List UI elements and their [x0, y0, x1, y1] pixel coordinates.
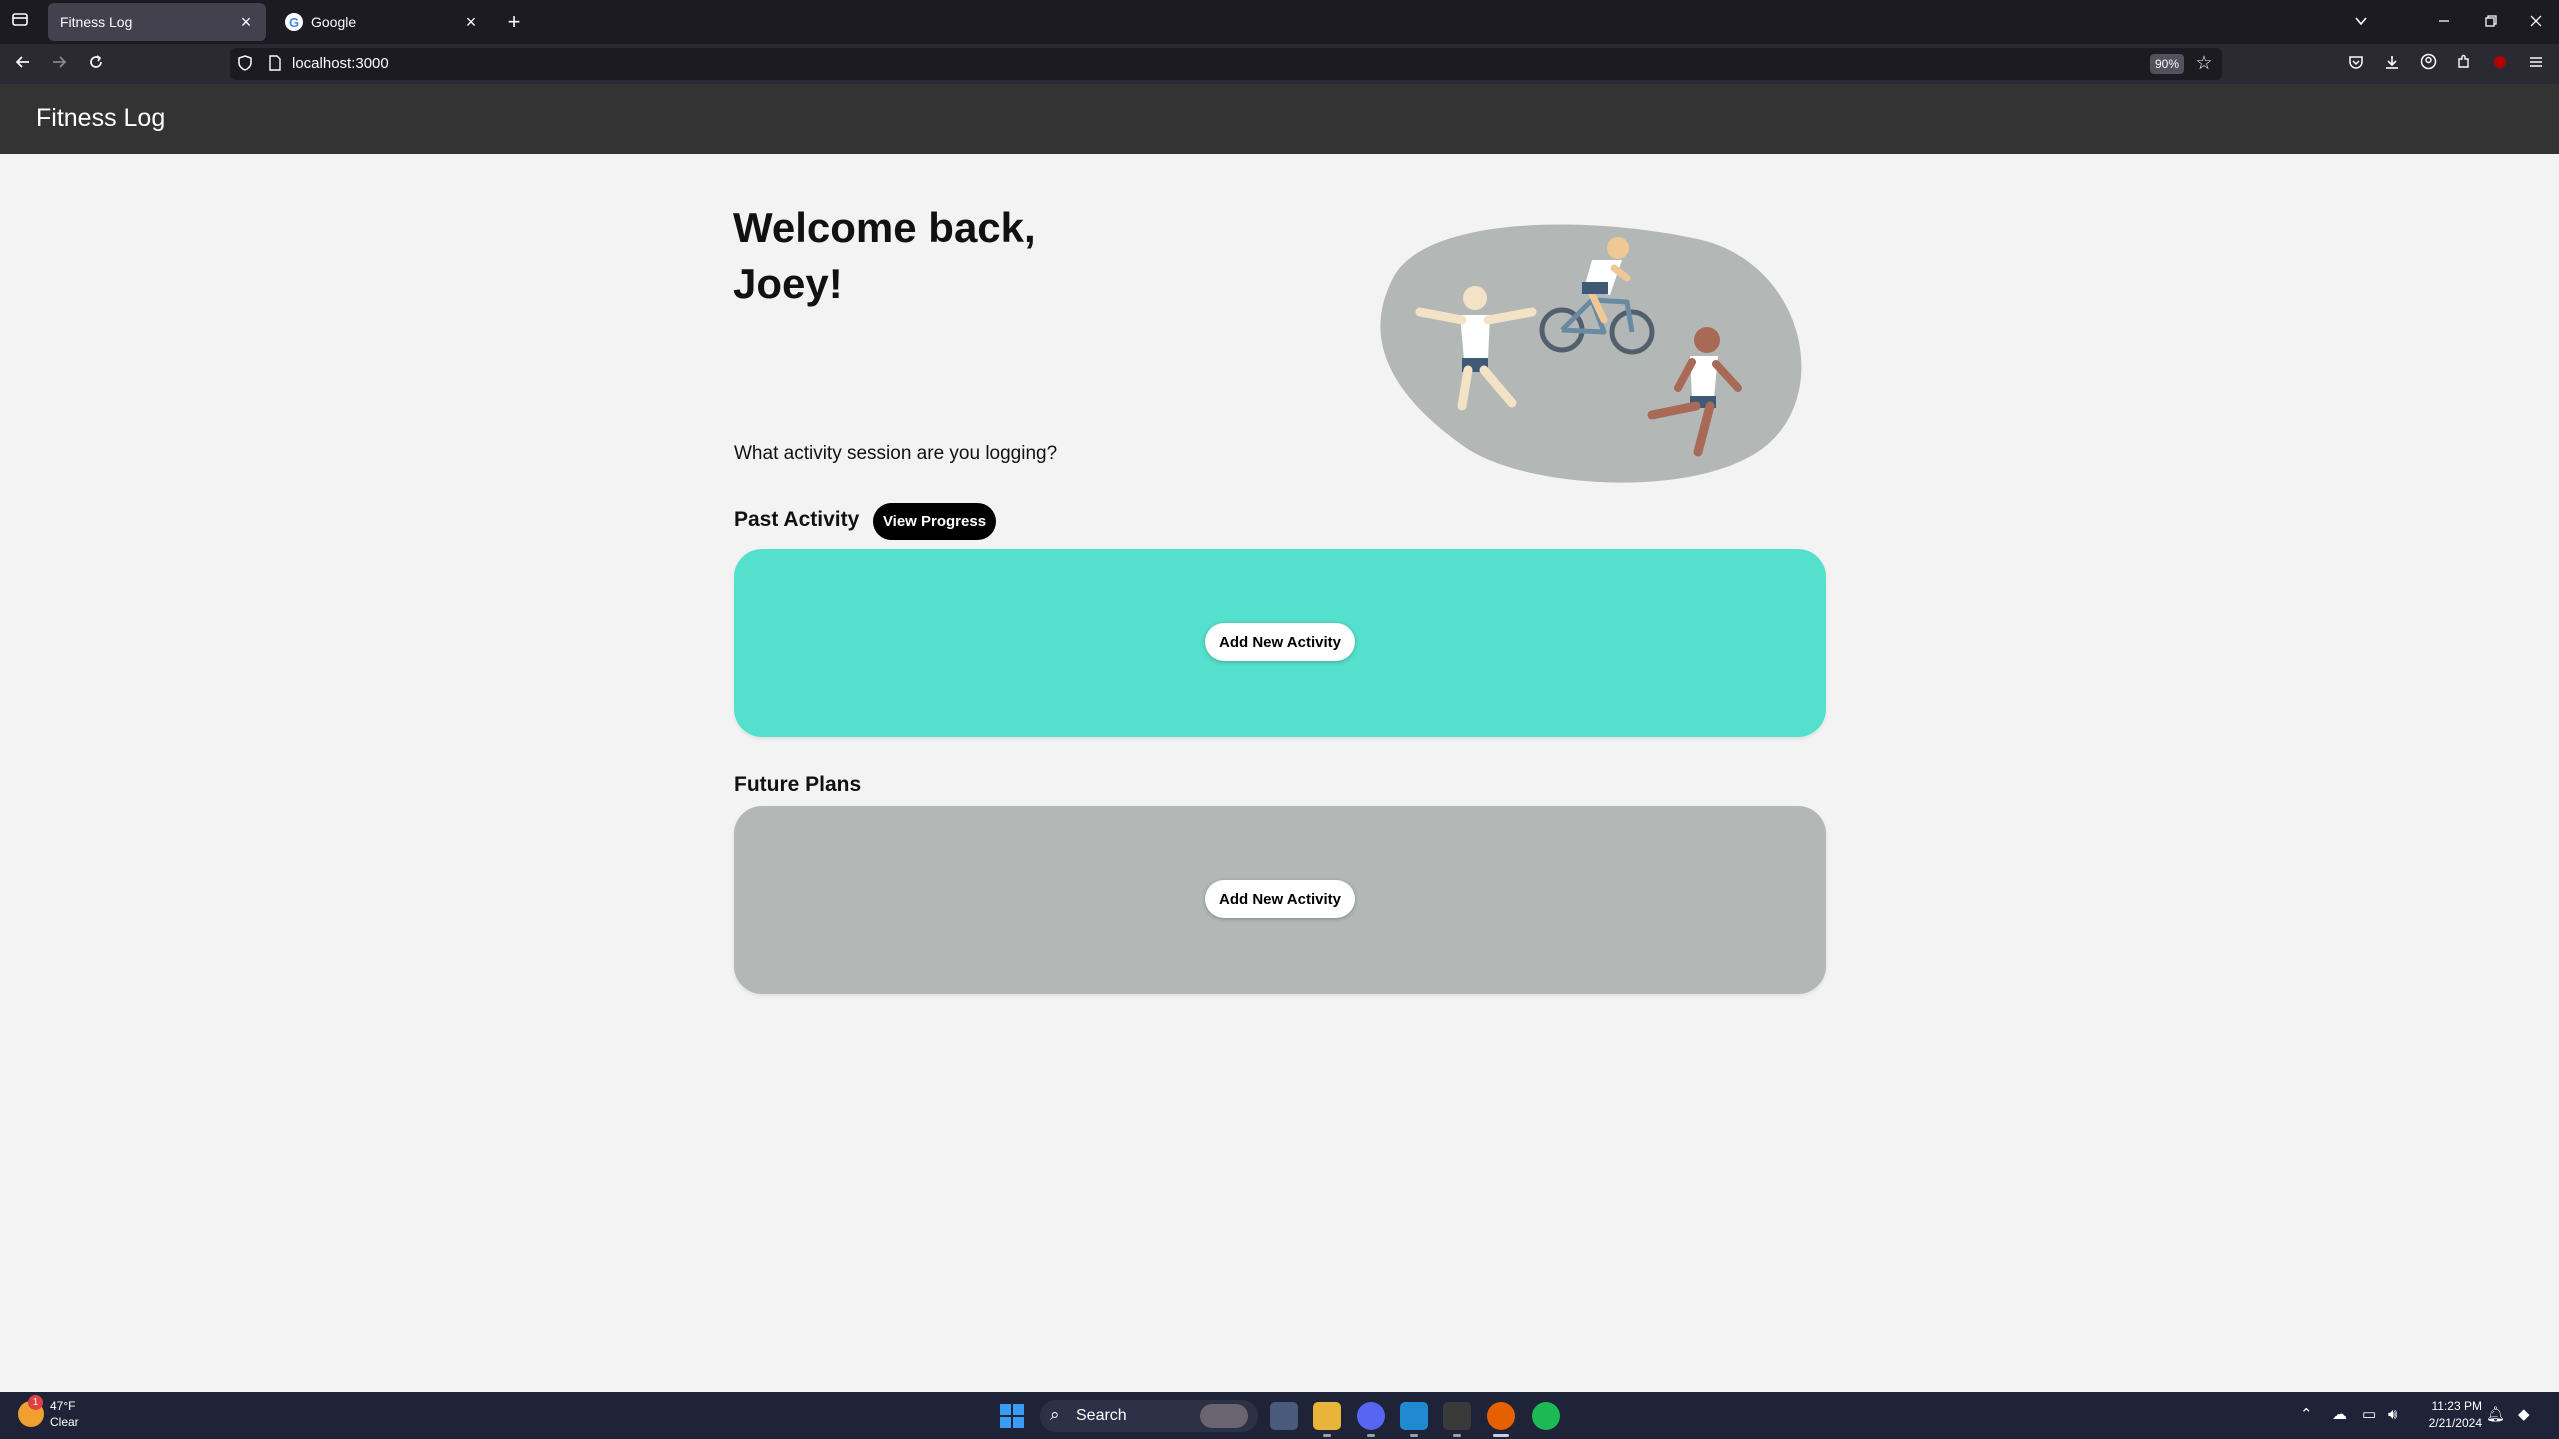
bell-icon[interactable]: 🔔︎ — [2486, 1406, 2505, 1424]
add-future-activity-button[interactable]: Add New Activity — [1205, 880, 1355, 918]
search-icon: ⌕ — [1050, 1405, 1060, 1424]
welcome-heading: Welcome back, Joey! — [733, 204, 1036, 307]
firefox-icon[interactable] — [1487, 1402, 1515, 1430]
tab-label: Google — [311, 14, 357, 30]
volume-icon[interactable]: 🔊︎ — [2388, 1406, 2397, 1424]
running-indicator — [1367, 1434, 1375, 1437]
network-icon[interactable]: ▭ — [2362, 1406, 2376, 1424]
back-icon[interactable] — [9, 52, 37, 76]
start-icon[interactable] — [1000, 1404, 1024, 1428]
chevron-down-icon[interactable] — [2347, 10, 2375, 34]
minimize-icon[interactable] — [2430, 10, 2458, 34]
past-activity-title: Past Activity — [734, 508, 860, 531]
tab-google[interactable]: G Google × — [273, 3, 491, 41]
browser-tab-strip: Fitness Log × G Google × + — [0, 0, 2559, 44]
search-label: Search — [1076, 1407, 1127, 1424]
account-icon[interactable] — [2414, 52, 2442, 76]
search-highlight-image — [1200, 1404, 1248, 1428]
restore-icon[interactable] — [2477, 10, 2505, 34]
close-icon[interactable]: × — [461, 12, 481, 32]
weather-desc: Clear — [50, 1415, 79, 1429]
discord-icon[interactable] — [1357, 1402, 1385, 1430]
shield-icon[interactable] — [236, 55, 254, 73]
ublock-icon[interactable] — [2486, 52, 2514, 76]
app-title[interactable]: Fitness Log — [36, 104, 165, 133]
past-activity-card: Add New Activity — [734, 549, 1826, 737]
close-window-icon[interactable] — [2522, 10, 2550, 34]
vscode-icon[interactable] — [1400, 1402, 1428, 1430]
weather-temp: 47°F — [50, 1399, 76, 1413]
future-plans-title: Future Plans — [734, 773, 862, 796]
google-icon: G — [285, 13, 303, 31]
zoom-indicator[interactable]: 90% — [2150, 54, 2184, 74]
windows-taskbar: 1 47°F Clear ⌕ Search ⌃ ☁ ▭ 🔊︎ 11:23 PM … — [0, 1392, 2559, 1439]
task-view-icon[interactable] — [1270, 1402, 1298, 1430]
weather-widget[interactable]: 47°F Clear — [50, 1398, 79, 1430]
view-progress-button[interactable]: View Progress — [873, 503, 996, 540]
star-icon[interactable]: ☆ — [2192, 52, 2216, 76]
running-indicator — [1323, 1434, 1331, 1437]
clock-date: 2/21/2024 — [2428, 1416, 2482, 1430]
active-indicator — [1493, 1434, 1509, 1437]
file-explorer-icon[interactable] — [1313, 1402, 1341, 1430]
close-icon[interactable]: × — [236, 12, 256, 32]
add-past-activity-button[interactable]: Add New Activity — [1205, 623, 1355, 661]
activity-prompt: What activity session are you logging? — [734, 443, 1058, 464]
copilot-icon[interactable]: ◆ — [2518, 1406, 2530, 1424]
browser-nav-bar: localhost:3000 90% ☆ — [0, 44, 2559, 84]
app-header: Fitness Log — [0, 84, 2559, 154]
future-plans-card: Add New Activity — [734, 806, 1826, 994]
menu-icon[interactable] — [2522, 52, 2550, 76]
running-indicator — [1410, 1434, 1418, 1437]
plus-icon[interactable]: + — [500, 10, 528, 34]
forward-icon[interactable] — [45, 52, 73, 76]
address-bar[interactable]: localhost:3000 90% ☆ — [230, 48, 2222, 80]
tab-list-icon[interactable] — [6, 10, 34, 34]
reload-icon[interactable] — [82, 52, 110, 76]
terminal-icon[interactable] — [1443, 1402, 1471, 1430]
running-indicator — [1453, 1434, 1461, 1437]
hero-illustration — [1380, 224, 1802, 483]
page-icon[interactable] — [266, 55, 284, 73]
cloud-icon[interactable]: ☁ — [2332, 1406, 2347, 1424]
tab-fitness-log[interactable]: Fitness Log × — [48, 3, 266, 41]
tab-label: Fitness Log — [60, 14, 133, 30]
chevron-up-icon[interactable]: ⌃ — [2300, 1406, 2313, 1424]
url-text: localhost:3000 — [292, 55, 389, 72]
pocket-icon[interactable] — [2342, 52, 2370, 76]
extensions-icon[interactable] — [2450, 52, 2478, 76]
system-clock[interactable]: 11:23 PM 2/21/2024 — [2418, 1398, 2482, 1432]
spotify-icon[interactable] — [1532, 1402, 1560, 1430]
clock-time: 11:23 PM — [2431, 1399, 2482, 1413]
taskbar-search[interactable]: ⌕ Search — [1040, 1400, 1258, 1432]
weather-badge: 1 — [28, 1395, 43, 1410]
download-icon[interactable] — [2378, 52, 2406, 76]
